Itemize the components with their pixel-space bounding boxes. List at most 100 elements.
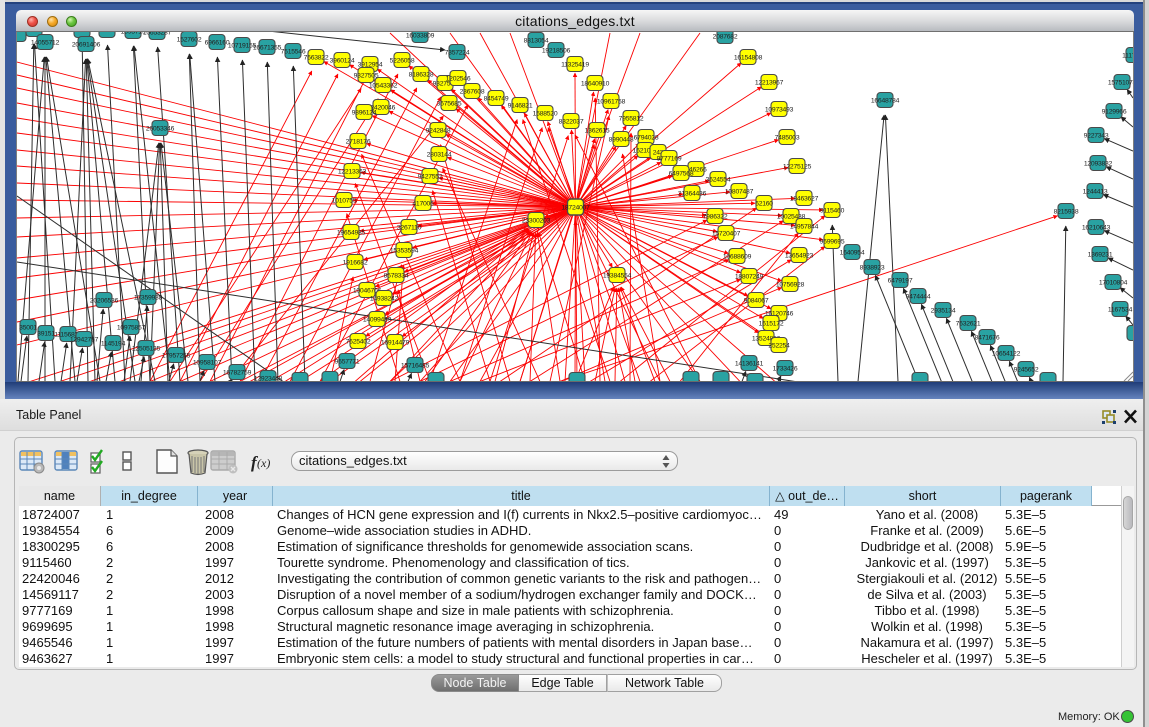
svg-text:26053346: 26053346 [146,125,175,132]
svg-text:9699695: 9699695 [820,238,845,245]
svg-text:10688609: 10688609 [723,253,752,260]
svg-text:10973493: 10973493 [765,106,794,113]
svg-text:9427552: 9427552 [418,173,443,180]
svg-text:10807487: 10807487 [725,188,754,195]
svg-text:6794028: 6794028 [634,134,659,141]
svg-text:9777169: 9777169 [657,155,682,162]
svg-text:15720407: 15720407 [712,230,741,237]
svg-text:10756928: 10756928 [776,281,805,288]
svg-text:15751074: 15751074 [1108,79,1133,86]
svg-text:2718176: 2718176 [346,138,371,145]
svg-text:8938923: 8938923 [860,264,885,271]
svg-text:35001: 35001 [19,324,37,331]
svg-text:8578334: 8578334 [384,272,409,279]
svg-text:16914479: 16914479 [381,339,410,346]
svg-text:12213967: 12213967 [755,79,784,86]
svg-text:1145194: 1145194 [101,340,126,347]
svg-text:9474444: 9474444 [906,293,931,300]
svg-text:9245652: 9245652 [1014,366,1039,373]
svg-text:10961758: 10961758 [597,98,626,105]
svg-text:8215938: 8215938 [1054,208,1079,215]
svg-text:8990448: 8990448 [609,136,634,143]
svg-text:7625402: 7625402 [346,338,371,345]
svg-text:12093832: 12093832 [1084,160,1113,167]
svg-text:17957255: 17957255 [162,352,191,359]
svg-text:9327505: 9327505 [354,72,379,79]
svg-text:2087682: 2087682 [713,33,738,40]
svg-text:12213363: 12213363 [338,168,367,175]
svg-text:7515546: 7515546 [281,48,306,55]
svg-text:10543362: 10543362 [369,82,398,89]
svg-text:5226058: 5226058 [390,57,415,64]
svg-text:8186328: 8186328 [409,71,434,78]
svg-text:17359938: 17359938 [134,294,163,301]
svg-text:1244413: 1244413 [1083,188,1108,195]
svg-text:1167534: 1167534 [1108,306,1133,313]
svg-text:16782759: 16782759 [223,369,252,376]
svg-text:10958107: 10958107 [193,359,222,366]
svg-text:20691406: 20691406 [72,41,101,48]
svg-text:7485003: 7485003 [775,134,800,141]
svg-text:417006: 417006 [412,200,434,207]
svg-text:18724007: 18724007 [561,205,590,212]
svg-text:12505135: 12505135 [132,345,161,352]
svg-text:3675685: 3675685 [437,100,462,107]
svg-text:10653287: 10653287 [143,32,172,36]
svg-text:9227343: 9227343 [1084,132,1109,139]
svg-text:16033809: 16033809 [406,32,435,39]
svg-text:8813054: 8813054 [524,37,549,44]
svg-text:19384554: 19384554 [603,272,632,279]
svg-text:21364436: 21364436 [678,190,707,197]
svg-text:(x): (x) [257,456,270,470]
svg-text:1117207: 1117207 [1122,52,1133,59]
svg-text:1640954: 1640954 [840,249,865,256]
svg-text:7357224: 7357224 [445,49,470,56]
svg-text:20206536: 20206536 [90,297,119,304]
svg-text:10975857: 10975857 [117,324,146,331]
svg-text:16671355: 16671355 [253,44,282,51]
svg-text:9242848: 9242848 [426,127,451,134]
svg-text:1369231: 1369231 [1088,251,1113,258]
svg-text:3624554: 3624554 [706,176,731,183]
svg-text:15716485: 15716485 [401,362,430,369]
svg-text:18640910: 18640910 [581,80,610,87]
svg-text:14136141: 14136141 [735,360,764,367]
svg-text:1527602: 1527602 [177,36,202,43]
svg-text:7632621: 7632621 [956,320,981,327]
svg-text:1615172: 1615172 [759,320,784,327]
svg-text:14055712: 14055712 [31,39,60,46]
svg-text:1916682: 1916682 [343,259,368,266]
svg-text:16154808: 16154808 [734,54,763,61]
svg-text:9146821: 9146821 [508,102,533,109]
svg-text:6497568: 6497568 [669,170,694,177]
svg-text:11325419: 11325419 [561,61,589,68]
svg-text:9129966: 9129966 [1102,108,1127,115]
svg-text:18463627: 18463627 [790,195,819,202]
svg-text:3267110: 3267110 [397,224,422,231]
svg-text:62160: 62160 [755,200,773,207]
svg-text:7955812: 7955812 [619,115,644,122]
svg-text:1202546: 1202546 [446,75,471,82]
svg-text:2935134: 2935134 [931,307,956,314]
svg-text:18807249: 18807249 [735,273,764,280]
svg-text:8454749: 8454749 [484,95,509,102]
svg-text:14957844: 14957844 [790,223,819,230]
svg-text:9657771: 9657771 [335,358,360,365]
svg-text:12275125: 12275125 [783,163,812,170]
svg-text:252254: 252254 [768,342,790,349]
svg-text:6966160: 6966160 [205,39,230,46]
svg-text:1588520: 1588520 [533,110,558,117]
svg-text:9896124: 9896124 [352,109,377,116]
svg-text:8322037: 8322037 [559,118,584,125]
svg-text:12923448: 12923448 [254,375,283,382]
svg-text:23300203: 23300203 [522,217,551,224]
svg-text:6479197: 6479197 [888,277,913,284]
svg-text:1733426: 1733426 [773,365,798,372]
svg-text:2367608: 2367608 [460,88,485,95]
svg-text:2803144: 2803144 [427,151,452,158]
svg-text:7986322: 7986322 [703,213,728,220]
svg-text:17010804: 17010804 [1099,279,1128,286]
svg-text:9084067: 9084067 [744,297,769,304]
svg-text:7663822: 7663822 [304,54,329,61]
svg-text:9115460: 9115460 [820,207,845,214]
